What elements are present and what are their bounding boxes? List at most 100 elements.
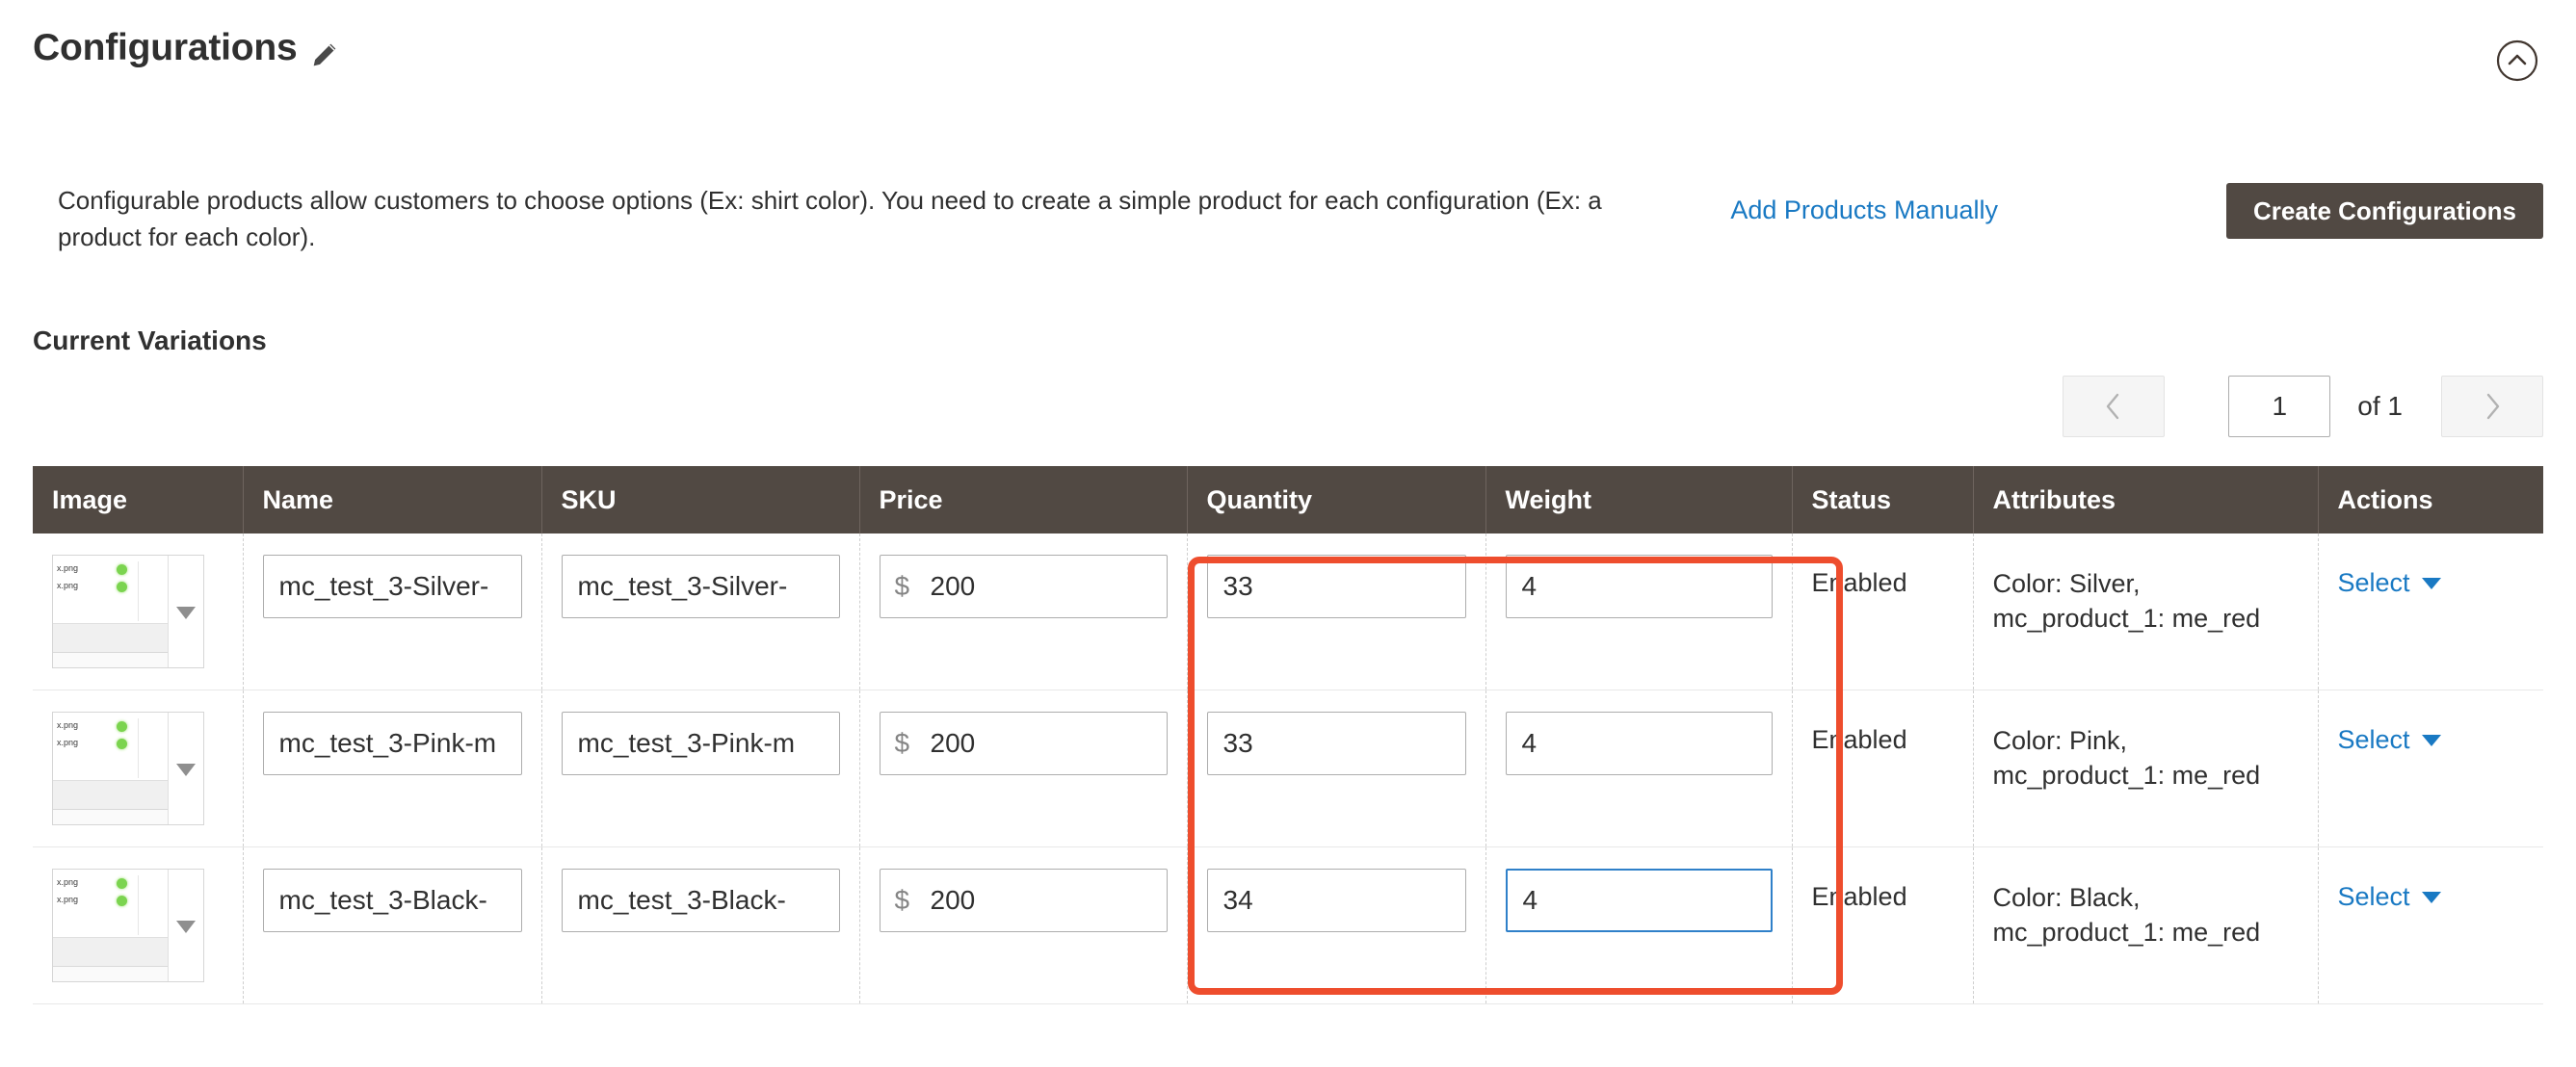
weight-input[interactable] [1505,555,1773,618]
column-header-weight: Weight [1485,466,1793,534]
weight-input[interactable] [1505,869,1773,932]
cell-name [243,846,542,1004]
thumbnail-filename-2: x.png [57,895,79,904]
section-header: Configurations [0,0,2576,106]
row-actions-select[interactable]: Select [2338,869,2441,912]
row-actions-label: Select [2337,725,2410,754]
price-field-wrapper: $ [879,712,1168,775]
table-body: x.png x.png mc_test_3-Silver- mc_test_3-… [33,534,2543,1004]
name-input[interactable] [262,555,522,618]
pencil-icon[interactable] [308,39,341,71]
thumbnail-band [53,780,168,809]
column-header-image: Image [33,466,244,534]
column-header-attributes: Attributes [1973,466,2319,534]
column-header-sku: SKU [541,466,860,534]
table-row: x.png x.png [33,534,2543,690]
cell-name [243,690,542,847]
name-input[interactable] [262,712,522,775]
cell-weight [1485,534,1793,690]
create-configurations-button[interactable]: Create Configurations [2225,183,2543,239]
pagination-prev-button[interactable] [2063,376,2166,437]
sku-input[interactable] [561,869,840,932]
column-header-name: Name [243,466,542,534]
status-badge: Enabled [1811,568,1907,597]
caret-down-icon [2421,734,2441,746]
price-input[interactable] [879,555,1168,618]
caret-down-icon [175,754,197,784]
price-input[interactable] [879,712,1168,775]
table-row: x.png x.png [33,690,2543,847]
cell-price: $ [859,846,1188,1004]
row-actions-label: Select [2337,882,2410,911]
price-input[interactable] [879,869,1168,932]
column-header-actions: Actions [2318,466,2543,534]
product-thumbnail[interactable]: x.png x.png [52,869,204,982]
cell-image: x.png x.png [33,846,244,1004]
attributes-line-2: mc_product_1: me_red [1992,761,2261,791]
table-header-row: Image Name SKU Price Quantity Weight Sta… [33,466,2543,534]
pagination-total-label: of 1 [2357,391,2403,421]
name-input[interactable] [262,869,522,932]
price-field-wrapper: $ [879,869,1168,932]
status-badge: Enabled [1811,725,1907,754]
cell-price: $ [859,690,1188,847]
attributes-line-2: mc_product_1: me_red [1992,918,2261,948]
attributes-line-1: Color: Silver, [1992,569,2141,598]
cell-attributes: Color: Black, mc_product_1: me_red [1973,846,2319,1004]
price-field-wrapper: $ [879,555,1168,618]
product-thumbnail[interactable]: x.png x.png [52,555,204,668]
thumbnail-dropdown-button[interactable] [169,713,203,824]
row-actions-select[interactable]: Select [2338,712,2441,755]
thumbnail-preview: x.png x.png [53,556,169,667]
pagination: of 1 [2063,376,2543,437]
status-dot-icon [117,582,127,592]
cell-sku [541,846,860,1004]
cell-name [243,534,542,690]
cell-status: Enabled [1792,690,1974,847]
caret-down-icon [175,597,197,627]
table-row: x.png x.png [33,846,2543,1004]
configurations-description: Configurable products allow customers to… [58,186,1602,251]
thumbnail-divider [138,875,139,935]
thumbnail-dropdown-button[interactable] [169,556,203,667]
attributes-line-1: Color: Black, [1992,883,2141,912]
cell-attributes: Color: Silver, mc_product_1: me_red [1973,534,2319,690]
thumbnail-preview: x.png x.png [53,870,169,981]
thumbnail-dropdown-button[interactable] [169,870,203,981]
quantity-input[interactable] [1206,712,1466,775]
product-thumbnail[interactable]: x.png x.png [52,712,204,825]
status-dot-icon [117,721,127,732]
status-dot-icon [117,564,127,575]
chevron-up-circle-icon[interactable] [2495,39,2539,83]
thumbnail-band-lower [53,966,168,981]
pagination-page-input[interactable] [2228,376,2331,437]
sku-input[interactable] [561,555,840,618]
cell-status: Enabled [1792,846,1974,1004]
cell-actions: Select [2318,690,2543,847]
quantity-input[interactable] [1206,869,1466,932]
add-products-manually-link[interactable]: Add Products Manually [1730,195,1998,225]
thumbnail-filename-2: x.png [57,581,79,590]
cell-actions: Select [2318,846,2543,1004]
cell-weight [1485,690,1793,847]
cell-quantity [1187,690,1486,847]
cell-image: x.png x.png [33,690,244,847]
pagination-next-button[interactable] [2441,376,2543,437]
quantity-input[interactable] [1206,555,1466,618]
weight-input[interactable] [1505,712,1773,775]
row-actions-select[interactable]: Select [2338,555,2441,598]
thumbnail-filename-1: x.png [57,877,79,887]
cell-sku [541,534,860,690]
cell-image: x.png x.png [33,534,244,690]
cell-attributes: Color: Pink, mc_product_1: me_red [1973,690,2319,847]
cell-status: Enabled [1792,534,1974,690]
sku-input[interactable] [561,712,840,775]
cell-sku [541,690,860,847]
page-title: Configurations [33,27,298,68]
attributes-line-1: Color: Pink, [1992,726,2128,755]
thumbnail-band [53,623,168,652]
status-dot-icon [117,896,127,906]
table-header: Image Name SKU Price Quantity Weight Sta… [33,466,2543,534]
cell-actions: Select [2318,534,2543,690]
thumbnail-filename-2: x.png [57,738,79,747]
